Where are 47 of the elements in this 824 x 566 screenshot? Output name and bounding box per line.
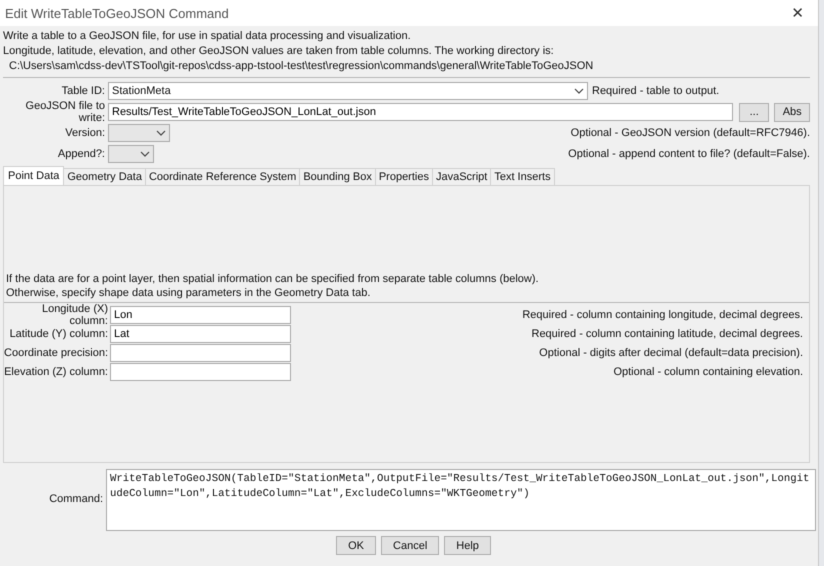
field-label: Elevation (Z) column: [4, 366, 109, 378]
info-text: Otherwise, specify shape data using parameters in the Geometry Data tab. [5, 286, 372, 300]
field-note: Required - table to output. [592, 85, 720, 97]
field-label: Table ID: [60, 85, 106, 97]
table-id-dropdown[interactable]: StationMeta [108, 82, 588, 100]
field-label: GeoJSON file to write: [24, 100, 106, 124]
field-label: Command: [48, 492, 104, 505]
field-label: Latitude (Y) column: [8, 328, 109, 340]
command-text-area[interactable]: WriteTableToGeoJSON(TableID="StationMeta",OutputFile="Results/Test_WriteTableToGeoJSON_LonLat_out.json",LongitudeColumn="Lon",LatitudeColumn="Lat",ExcludeColumns="WKTGeometry") [106, 469, 816, 531]
tab[interactable]: Point Data [3, 166, 64, 185]
caret-icon [574, 88, 584, 94]
tab[interactable]: Bounding Box [299, 168, 376, 185]
info-text: If the data are for a point layer, then spatial information can be specified from separate table columns (below). [5, 272, 540, 286]
column-field[interactable]: Lon [110, 306, 291, 324]
append-dropdown[interactable] [108, 145, 154, 163]
close-button[interactable]: ✕ [783, 4, 812, 22]
file-path-field[interactable]: Results/Test_WriteTableToGeoJSON_LonLat_out.json [108, 103, 733, 121]
dialog-button[interactable]: Help [444, 536, 491, 555]
dialog-button[interactable]: OK [336, 536, 376, 555]
tab[interactable]: JavaScript [432, 168, 492, 185]
field-note: Optional - digits after decimal (default=data precision). [539, 347, 804, 359]
tab[interactable]: Properties [374, 168, 433, 185]
column-field[interactable] [110, 344, 291, 362]
field-label: Longitude (X) column: [40, 303, 109, 327]
column-field[interactable] [110, 363, 291, 381]
abs-button[interactable]: Abs [774, 102, 810, 122]
field-note: Required - column containing latitude, decimal degrees. [532, 328, 804, 340]
tab[interactable]: Geometry Data [63, 168, 146, 185]
version-dropdown[interactable] [108, 124, 170, 142]
tab[interactable]: Text Inserts [490, 168, 555, 185]
field-note: Optional - column containing elevation. [613, 366, 804, 378]
browse-button[interactable]: ... [739, 102, 770, 122]
field-label: Append?: [56, 148, 106, 160]
caret-icon [156, 130, 166, 136]
field-label: Version: [64, 127, 106, 139]
column-field[interactable]: Lat [110, 325, 291, 343]
dialog-button[interactable]: Cancel [381, 536, 440, 555]
field-note: Required - column containing longitude, decimal degrees. [522, 309, 804, 321]
field-note: Optional - append content to file? (default=False). [568, 148, 810, 160]
tab[interactable]: Coordinate Reference System [144, 168, 300, 185]
field-note: Optional - GeoJSON version (default=RFC7946). [570, 127, 810, 139]
window-title: Edit WriteTableToGeoJSON Command [5, 6, 229, 20]
description-text: Longitude, latitude, elevation, and other GeoJSON values are taken from table columns. The working directory is: [3, 44, 555, 59]
caret-icon [140, 151, 150, 157]
description-text: C:\Users\sam\cdss-dev\TSTool\git-repos\cdss-app-tstool-test\test\regression\commands\general\WriteTableToGeoJSON [8, 59, 594, 74]
description-text: Write a table to a GeoJSON file, for use in spatial data processing and visualization. [3, 29, 412, 44]
field-label: Coordinate precision: [4, 347, 109, 359]
